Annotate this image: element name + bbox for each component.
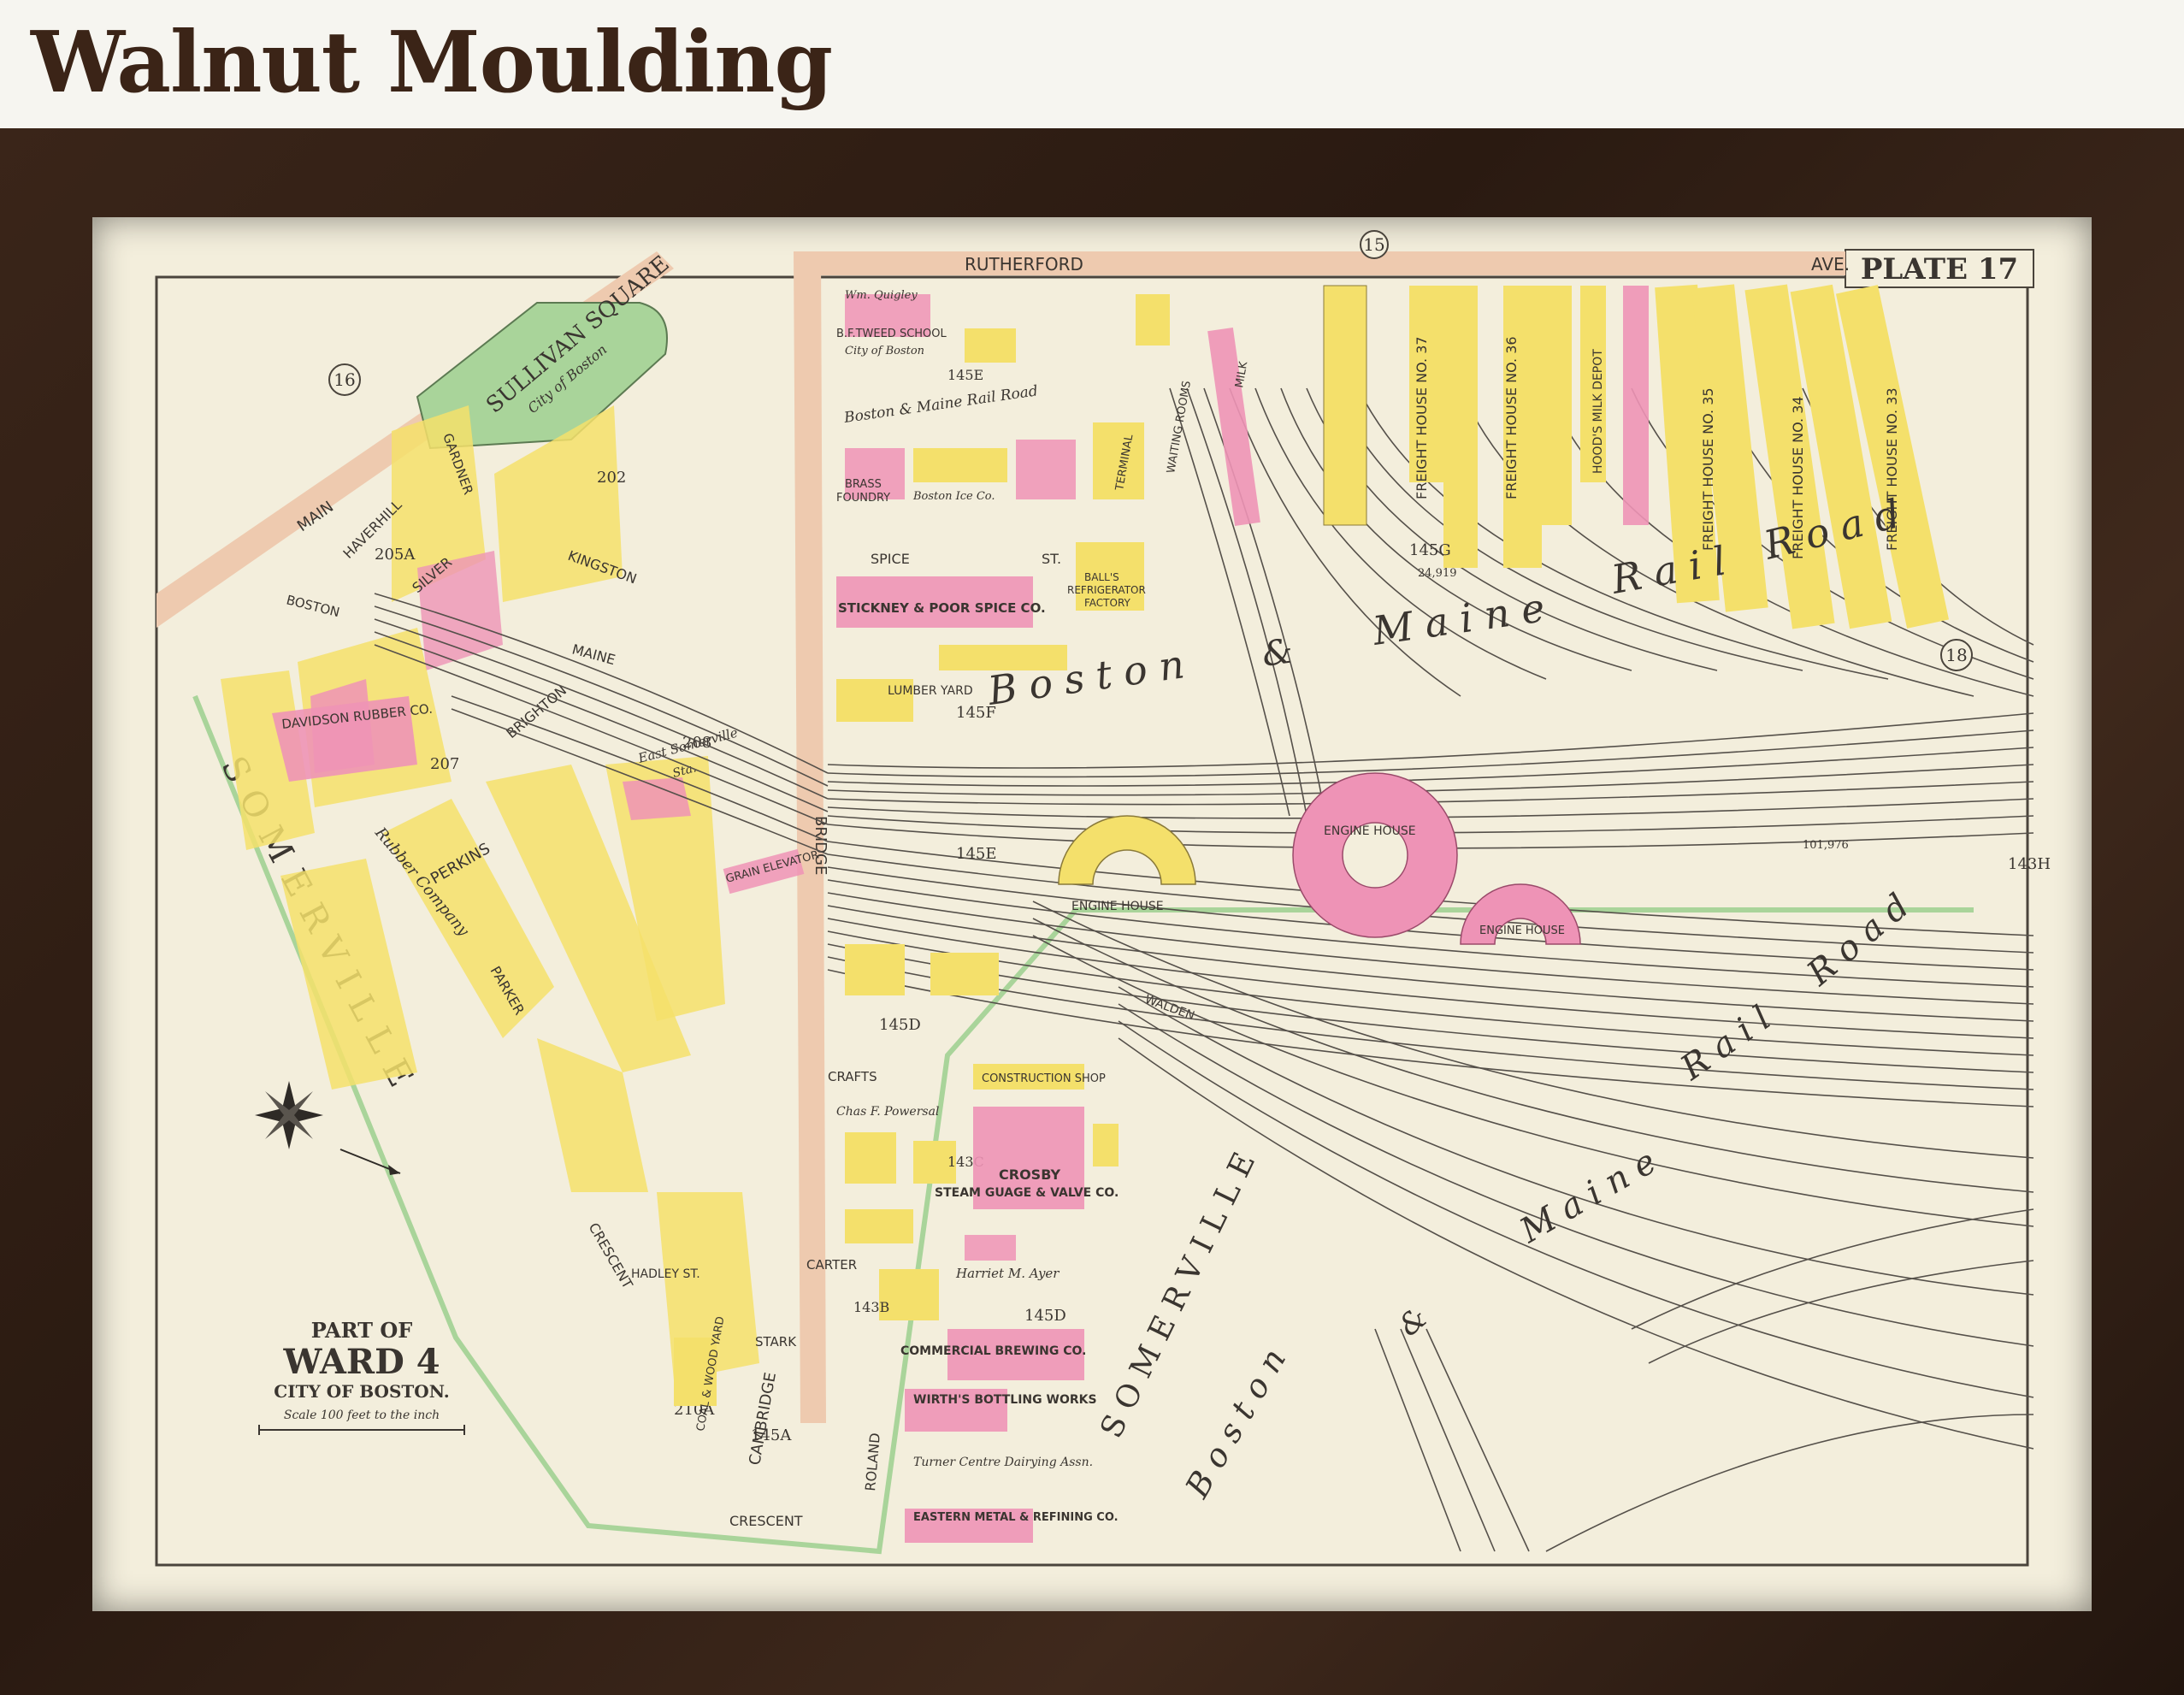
block-143h: 143H: [2008, 855, 2051, 873]
freight-houses: [1136, 284, 1950, 629]
crescent-label: CRESCENT: [586, 1220, 636, 1292]
crafts-label: CRAFTS: [828, 1069, 877, 1084]
rr-maine: Maine: [1369, 582, 1559, 654]
title-block: PART OF WARD 4 CITY OF BOSTON. Scale 100…: [258, 1318, 465, 1435]
engine-house-2-label: ENGINE HOUSE: [1324, 824, 1416, 838]
roland-label: ROLAND: [862, 1432, 883, 1492]
stark-label: STARK: [755, 1334, 797, 1350]
fh36-label: FREIGHT HOUSE NO. 36: [1503, 336, 1520, 499]
stickney-label: STICKNEY & POOR SPICE CO.: [838, 600, 1046, 616]
engine-house-1-label: ENGINE HOUSE: [1071, 900, 1164, 913]
rr3-road: Road: [1799, 880, 1925, 994]
wirth-label: WIRTH'S BOTTLING WORKS: [913, 1393, 1097, 1407]
quigley-label: Wm. Quigley: [845, 289, 918, 302]
rutherford-label: RUTHERFORD: [965, 254, 1083, 275]
crosby-label-1: CROSBY: [999, 1166, 1061, 1183]
spice-st-label: ST.: [1042, 551, 1061, 567]
compass-rose: [255, 1081, 401, 1175]
turner-label: Turner Centre Dairying Assn.: [913, 1456, 1093, 1469]
eastern-label: EASTERN METAL & REFINING CO.: [913, 1511, 1119, 1524]
rr3-maine: Maine: [1513, 1137, 1672, 1251]
cambridge-label: CAMBRIDGE: [746, 1371, 780, 1467]
boston-ice-label: Boston Ice Co.: [912, 490, 995, 503]
bridge-st-label: BRIDGE: [812, 816, 829, 875]
ave-label: AVE.: [1811, 254, 1850, 275]
title-part-of: PART OF: [311, 1318, 413, 1343]
area-24919: 24,919: [1418, 567, 1457, 580]
block-145e-top: 145E: [947, 367, 983, 383]
tweed-owner: City of Boston: [845, 345, 924, 357]
crescent-st-label: CRESCENT: [729, 1513, 803, 1529]
spice-label: SPICE: [871, 551, 910, 567]
block-145e: 145E: [956, 845, 997, 863]
refrig-label-2: REFRIGERATOR: [1067, 584, 1146, 596]
plate-ref-16: 16: [334, 369, 355, 390]
block-145a: 145A: [751, 1426, 792, 1444]
plate-ref-15: 15: [1363, 234, 1384, 255]
waiting-rooms-label: WAITING ROOMS: [1165, 380, 1194, 474]
tweed-school-label: B.F.TWEED SCHOOL: [836, 328, 947, 340]
rr-label-1: Boston & Maine Rail Road: [842, 382, 1039, 427]
boston-st-label: BOSTON: [285, 592, 341, 620]
rr-amp: &: [1260, 631, 1296, 675]
block-202: 202: [597, 469, 626, 487]
fh37-label: FREIGHT HOUSE NO. 37: [1414, 336, 1430, 499]
fh35-label: FREIGHT HOUSE NO. 35: [1700, 387, 1716, 551]
block-207: 207: [430, 755, 459, 773]
page-title: Walnut Moulding: [31, 14, 833, 112]
block-205a: 205A: [375, 546, 416, 564]
block-145g: 145G: [1409, 541, 1451, 559]
foundry-label: FOUNDRY: [836, 492, 890, 505]
rr-rail: Rail: [1608, 535, 1742, 603]
rr4-boston: Boston: [1178, 1333, 1298, 1504]
block-145d: 145D: [879, 1016, 921, 1034]
harriet-label: Harriet M. Ayer: [955, 1266, 1060, 1281]
title-scale: Scale 100 feet to the inch: [284, 1409, 440, 1422]
plate-ref-18: 18: [1945, 645, 1967, 665]
block-145d-2: 145D: [1024, 1307, 1066, 1325]
refrig-label-1: BALL'S: [1084, 571, 1119, 583]
refrig-label-3: FACTORY: [1084, 597, 1131, 609]
lumber-label: LUMBER YARD: [888, 684, 973, 698]
engine-house-1: [1058, 815, 1196, 885]
hadley-label: HADLEY ST.: [631, 1267, 700, 1281]
brass-label: BRASS: [845, 478, 882, 491]
residential-blocks: [221, 405, 759, 1380]
construction-label: CONSTRUCTION SHOP: [982, 1072, 1106, 1085]
rr4-amp: &: [1392, 1301, 1434, 1344]
title-ward: WARD 4: [282, 1342, 440, 1382]
maine-label: MAINE: [570, 641, 617, 669]
carter-label: CARTER: [806, 1257, 857, 1273]
area-101976: 101,976: [1803, 839, 1849, 852]
hoods-label: HOOD'S MILK DEPOT: [1591, 349, 1605, 474]
block-143b: 143B: [853, 1299, 889, 1315]
plate-number: PLATE 17: [1861, 252, 2018, 286]
powersal-label: Chas F. Powersal: [836, 1105, 939, 1119]
title-city: CITY OF BOSTON.: [274, 1381, 449, 1402]
ward-map: PLATE 17 RUTHERFORD AVE. 15 BRIDGE MAIN …: [155, 230, 2051, 1567]
engine-house-3-label: ENGINE HOUSE: [1479, 924, 1565, 937]
commercial-label: COMMERCIAL BREWING CO.: [900, 1344, 1086, 1358]
crosby-label-2: STEAM GUAGE & VALVE CO.: [935, 1186, 1119, 1200]
